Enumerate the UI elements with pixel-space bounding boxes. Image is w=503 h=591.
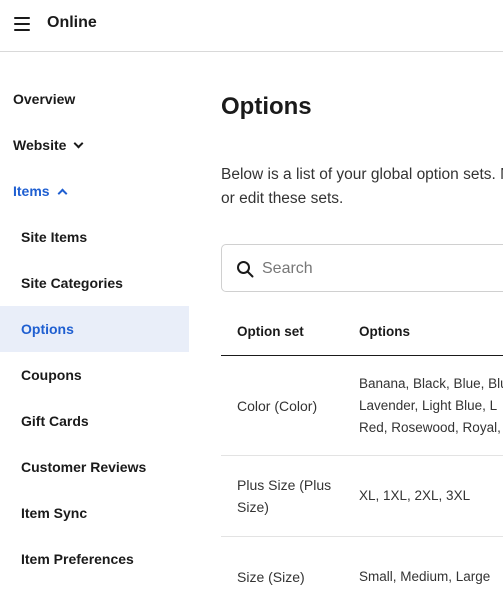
option-values: XL, 1XL, 2XL, 3XL [359,485,503,507]
sidebar-item-label: Gift Cards [21,413,89,429]
chevron-up-icon [57,188,68,198]
app-title: Online [47,14,97,31]
sidebar-item-label: Website [13,137,67,153]
table-row[interactable]: Size (Size) Small, Medium, Large [221,537,503,591]
page-title: Options [221,93,312,120]
option-set-name: Size (Size) [237,569,305,585]
option-sets-table: Option set Options Color (Color) Banana,… [221,310,503,591]
sidebar-item-customer-reviews[interactable]: Customer Reviews [0,444,189,490]
table-row[interactable]: Plus Size (Plus Size) XL, 1XL, 2XL, 3XL [221,456,503,537]
sidebar-item-item-preferences[interactable]: Item Preferences [0,536,189,582]
sidebar-item-options[interactable]: Options [0,306,189,352]
option-set-name: Plus Size (Plus Size) [237,477,332,515]
sidebar-item-site-items[interactable]: Site Items [0,214,189,260]
option-set-name: Color (Color) [237,398,318,414]
sidebar-item-label: Overview [13,91,76,107]
option-values-line: Small, Medium, Large [359,569,491,584]
sidebar-item-site-categories[interactable]: Site Categories [0,260,189,306]
sidebar-item-label: Site Items [21,229,88,245]
search-box[interactable] [221,244,503,292]
sidebar-item-label: Item Sync [21,505,88,521]
table-header: Option set Options [221,310,503,356]
column-header-option-set[interactable]: Option set [237,324,304,339]
sidebar-item-label: Site Categories [21,275,123,291]
sidebar-item-label: Customer Reviews [21,459,147,475]
hamburger-icon[interactable] [8,10,36,38]
option-values-line: Lavender, Light Blue, L [359,398,498,413]
search-icon [237,261,254,278]
option-values-line: Red, Rosewood, Royal, [359,420,501,435]
option-values: Banana, Black, Blue, Blu Lavender, Light… [359,373,503,439]
sidebar-item-label: Item Preferences [21,551,134,567]
sidebar-item-overview[interactable]: Overview [0,76,189,122]
sidebar-item-label: Coupons [21,367,82,383]
option-values: Small, Medium, Large [359,566,503,588]
chevron-down-icon [73,138,84,148]
search-input[interactable] [262,257,503,281]
sidebar-item-coupons[interactable]: Coupons [0,352,189,398]
sidebar-item-items[interactable]: Items [0,168,189,214]
sidebar-item-item-sync[interactable]: Item Sync [0,490,189,536]
sidebar-item-website[interactable]: Website [0,122,189,168]
table-row[interactable]: Color (Color) Banana, Black, Blue, Blu L… [221,356,503,456]
column-header-options[interactable]: Options [359,324,410,339]
top-bar: Online [0,0,503,52]
option-values-line: Banana, Black, Blue, Blu [359,376,503,391]
sidebar: Overview Website Items Site Items Site C… [0,53,189,591]
sidebar-item-label: Items [13,183,50,199]
page-description: Below is a list of your global option se… [221,166,503,207]
main-content: Options Below is a list of your global o… [221,53,503,591]
sidebar-item-gift-cards[interactable]: Gift Cards [0,398,189,444]
sidebar-item-label: Options [21,321,74,337]
option-values-line: XL, 1XL, 2XL, 3XL [359,488,471,503]
